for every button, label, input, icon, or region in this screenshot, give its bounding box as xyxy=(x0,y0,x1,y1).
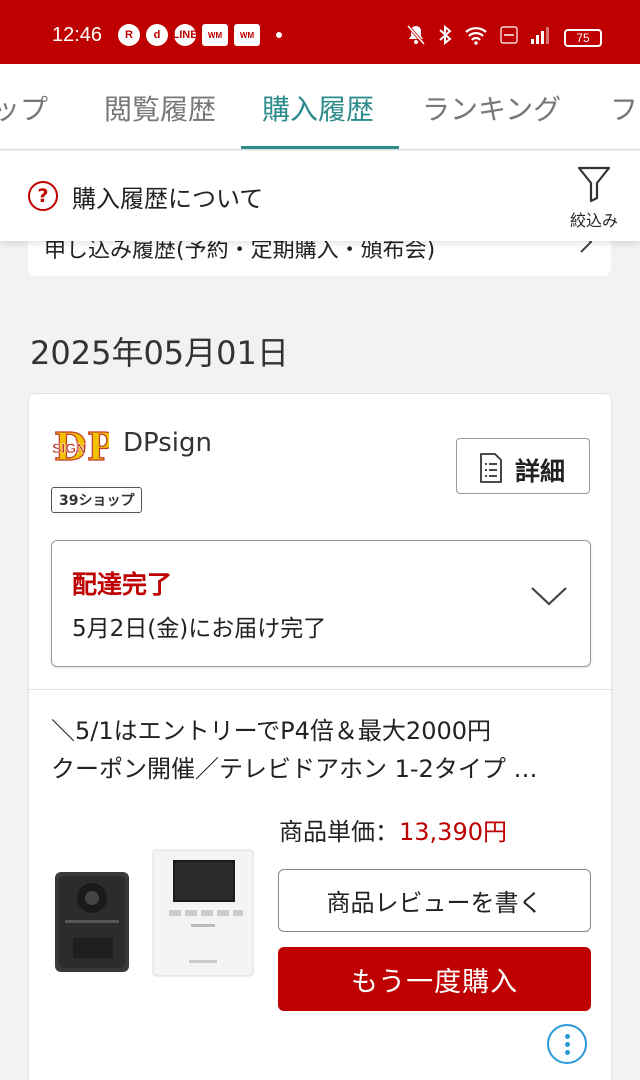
active-tab-indicator xyxy=(241,146,399,149)
tab-shop[interactable]: ップ xyxy=(0,88,48,128)
system-icons: 75 xyxy=(406,24,602,52)
document-icon xyxy=(480,453,502,483)
order-card: DP SIGN DPsign 39ショップ 詳細 配達完了 5月2日(金)にお届… xyxy=(28,393,613,1080)
filter-icon xyxy=(577,166,611,203)
filter-button[interactable]: 絞込み xyxy=(556,161,632,235)
product-image[interactable] xyxy=(51,846,257,986)
buy-again-button[interactable]: もう一度購入 xyxy=(278,947,591,1011)
status-time: 12:46 xyxy=(52,24,103,46)
shop-logo: DP SIGN xyxy=(52,424,109,468)
product-title-line-2: クーポン開催／テレビドアホン 1-2タイプ … xyxy=(51,755,538,783)
product-title[interactable]: ＼5/1はエントリーでP4倍＆最大2000円 クーポン開催／テレビドアホン 1-… xyxy=(51,712,591,788)
rakuten-app-icon: R xyxy=(118,24,140,46)
unit-price: 商品単価：13,390円 xyxy=(279,812,507,847)
notification-icons: R d LINE WM WM xyxy=(118,24,282,46)
tab-browsing-history[interactable]: 閲覧履歴 xyxy=(104,88,216,128)
tab-ranking[interactable]: ランキング xyxy=(422,88,561,128)
wm-app-icon-2: WM xyxy=(234,24,260,46)
tab-favorites[interactable]: フ xyxy=(610,88,638,128)
battery-icon: 75 xyxy=(564,29,602,47)
delivery-status-panel[interactable]: 配達完了 5月2日(金)にお届け完了 xyxy=(51,540,591,667)
history-tabs: ップ 閲覧履歴 購入履歴 ランキング フ xyxy=(0,64,640,150)
product-title-line-1: ＼5/1はエントリーでP4倍＆最大2000円 xyxy=(51,717,492,745)
write-review-button[interactable]: 商品レビューを書く xyxy=(278,869,591,932)
signal-icon xyxy=(530,25,552,51)
line-app-icon: LINE xyxy=(172,24,198,46)
more-notifications-dot-icon xyxy=(276,32,282,38)
wm-app-icon: WM xyxy=(202,24,228,46)
delivery-date: 5月2日(金)にお届け完了 xyxy=(72,616,327,642)
filter-label: 絞込み xyxy=(569,211,618,230)
volte-icon xyxy=(500,24,518,52)
status-bar: 12:46 R d LINE WM WM 75 xyxy=(0,0,640,64)
delivery-status: 配達完了 xyxy=(72,570,173,599)
shop-badge: 39ショップ xyxy=(51,487,143,513)
about-purchase-history-link[interactable]: 購入履歴について xyxy=(72,179,263,214)
purchase-history-info-bar: ? 購入履歴について 絞込み xyxy=(0,151,640,241)
bluetooth-icon xyxy=(438,24,452,52)
divider xyxy=(29,689,613,690)
unit-price-label: 商品単価： xyxy=(279,818,399,846)
order-detail-label: 詳細 xyxy=(515,457,566,486)
unit-price-value: 13,390円 xyxy=(399,818,507,846)
d-app-icon: d xyxy=(146,24,168,46)
order-date-heading: 2025年05月01日 xyxy=(30,334,289,372)
tab-purchase-history[interactable]: 購入履歴 xyxy=(262,88,374,128)
chevron-down-icon xyxy=(531,587,567,606)
more-options-icon[interactable] xyxy=(547,1024,587,1064)
mute-icon xyxy=(406,24,426,52)
shop-name[interactable]: DPsign xyxy=(123,428,212,458)
svg-text:SIGN: SIGN xyxy=(52,440,86,456)
order-detail-button[interactable]: 詳細 xyxy=(456,438,590,494)
question-icon[interactable]: ? xyxy=(28,181,58,211)
wifi-icon xyxy=(464,25,488,51)
